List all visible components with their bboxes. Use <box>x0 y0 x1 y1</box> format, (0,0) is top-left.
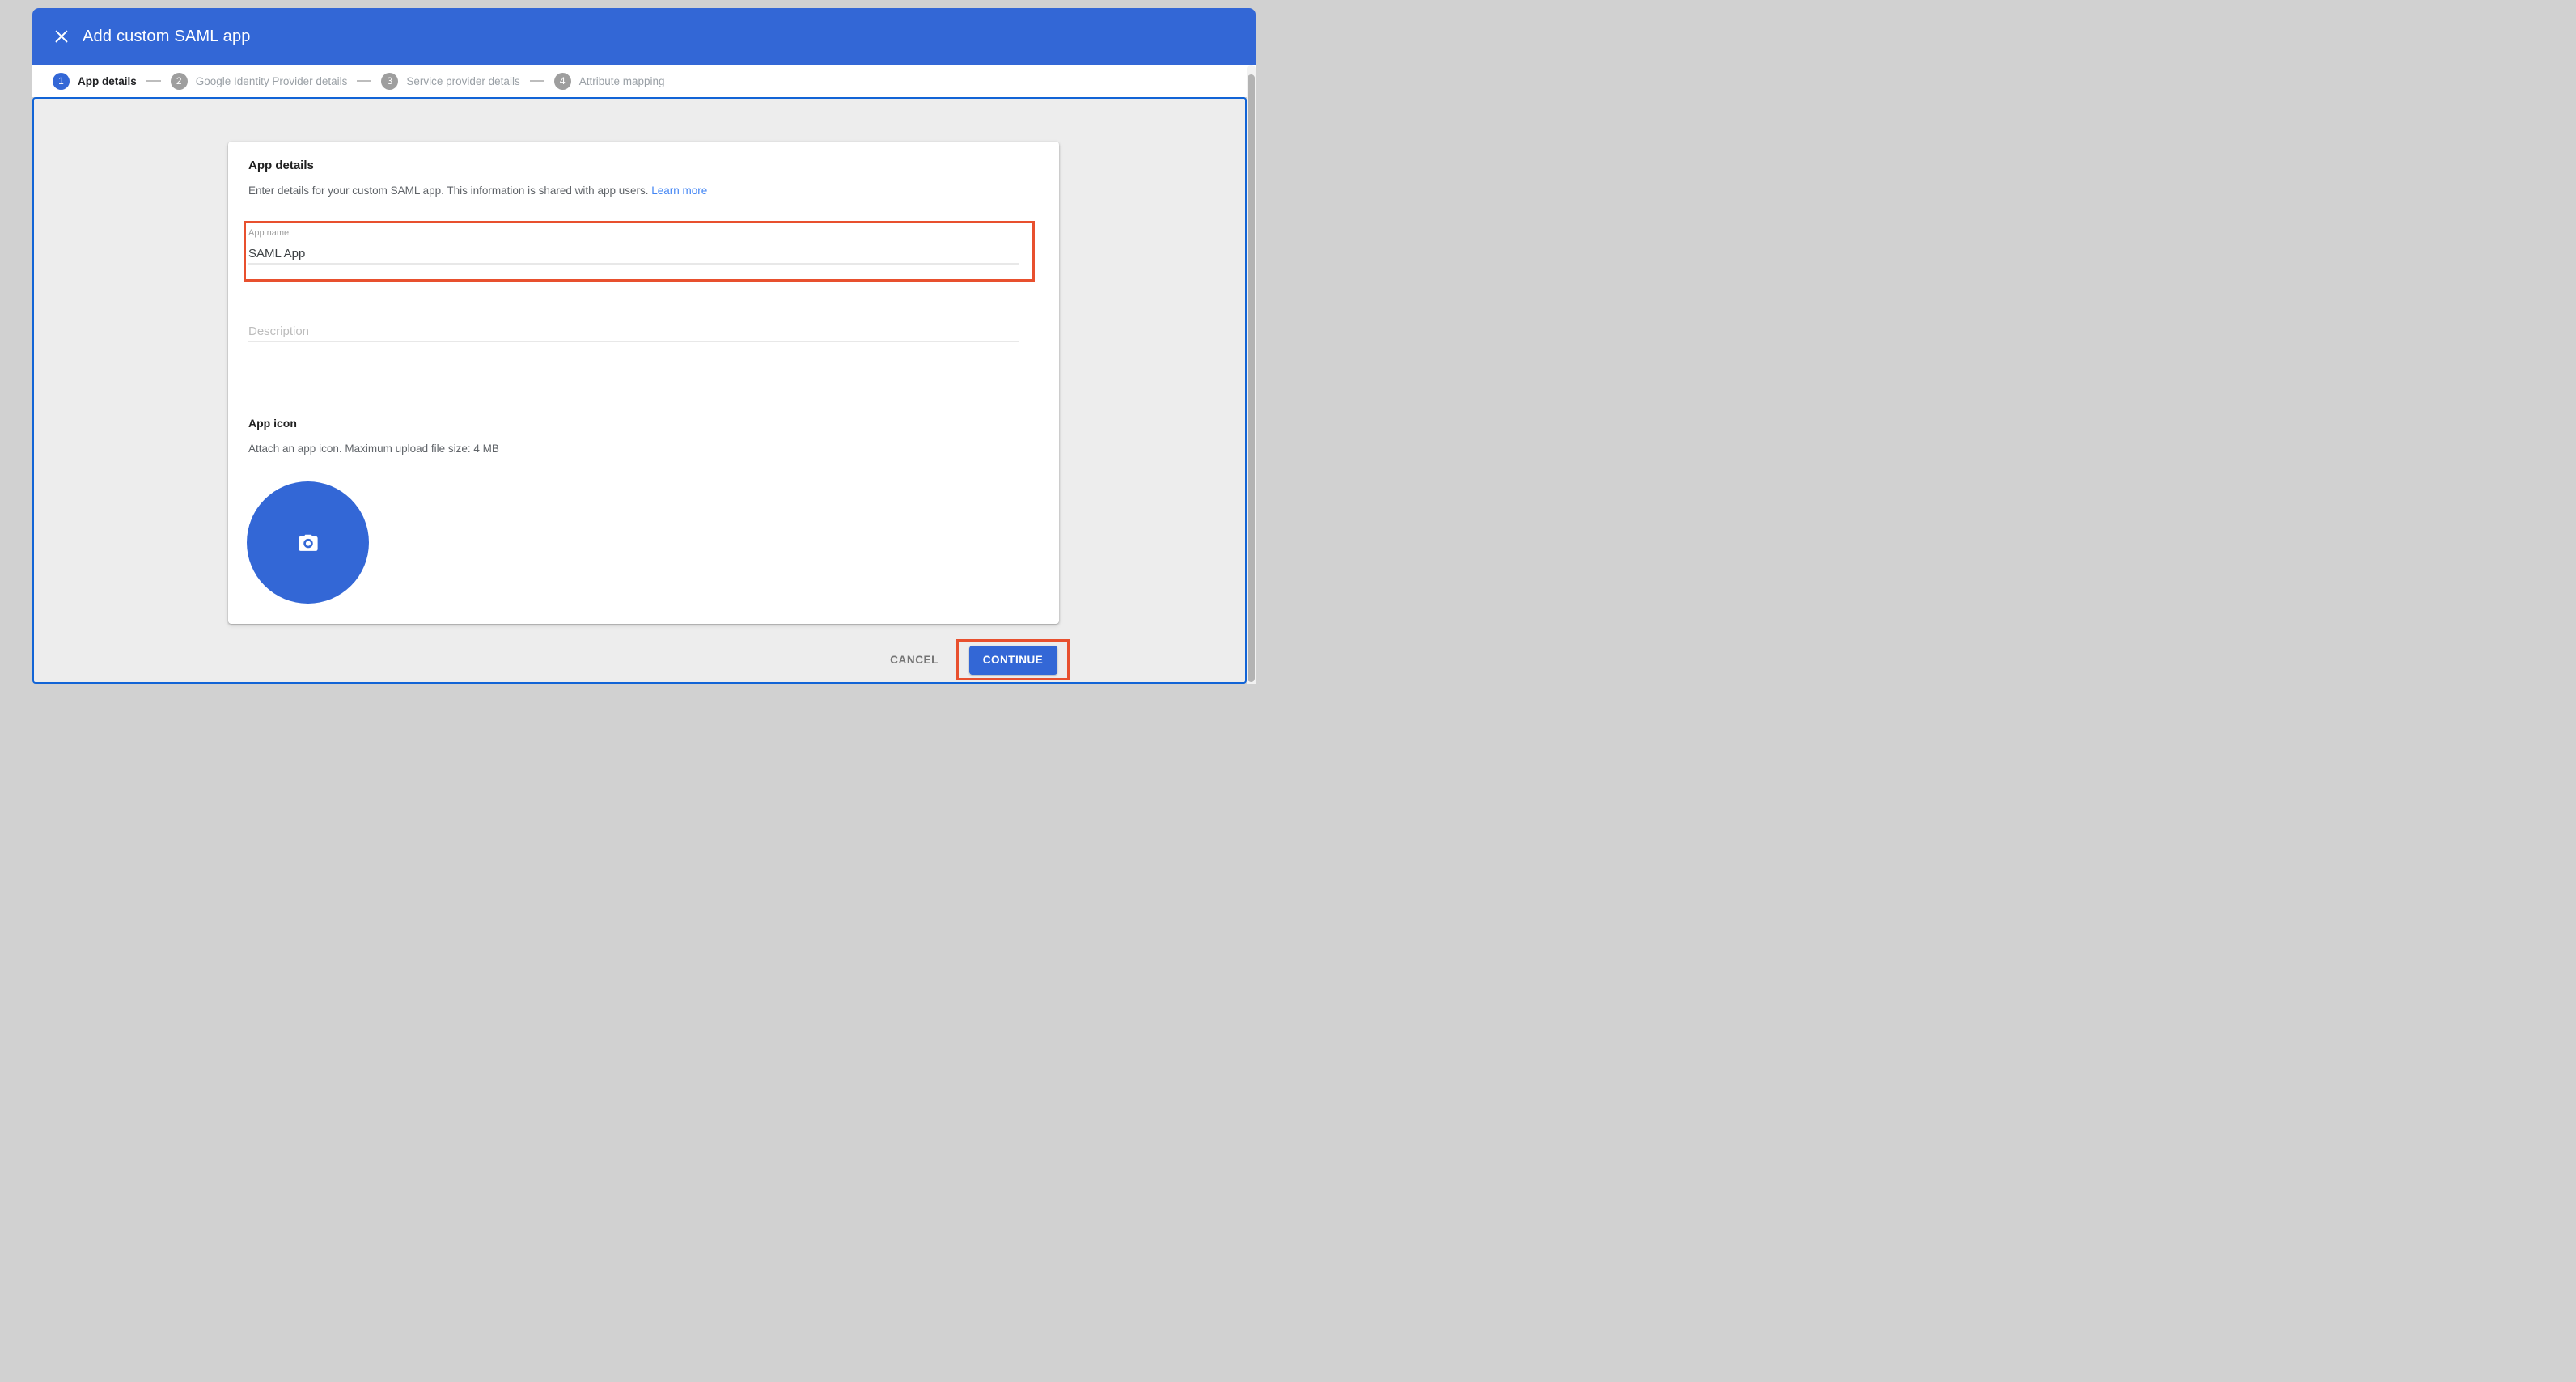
step-connector <box>146 80 161 82</box>
step-3-label: Service provider details <box>406 75 519 87</box>
step-4-indicator: 4 <box>554 73 571 90</box>
close-button[interactable] <box>53 28 70 45</box>
add-custom-saml-app-dialog: Add custom SAML app 1 App details 2 Goog… <box>32 8 1256 684</box>
step-google-idp-details: 2 Google Identity Provider details <box>171 73 348 90</box>
card-description: Enter details for your custom SAML app. … <box>248 184 707 197</box>
app-name-input[interactable] <box>248 244 1019 265</box>
step-2-label: Google Identity Provider details <box>196 75 348 87</box>
cancel-button[interactable]: CANCEL <box>882 647 947 672</box>
step-1-label: App details <box>78 75 137 87</box>
app-icon-section-title: App icon <box>248 417 297 430</box>
app-name-label: App name <box>248 228 289 238</box>
dialog-title: Add custom SAML app <box>83 28 251 46</box>
step-connector <box>530 80 544 82</box>
step-3-indicator: 3 <box>381 73 398 90</box>
step-attribute-mapping: 4 Attribute mapping <box>554 73 665 90</box>
wizard-stepper: 1 App details 2 Google Identity Provider… <box>32 65 1256 97</box>
scrollbar-thumb[interactable] <box>1248 74 1255 682</box>
app-details-card: App details Enter details for your custo… <box>228 142 1059 624</box>
dialog-footer: CANCEL CONTINUE <box>882 639 1070 680</box>
step-service-provider-details: 3 Service provider details <box>381 73 519 90</box>
step-4-label: Attribute mapping <box>579 75 665 87</box>
dialog-header: Add custom SAML app <box>32 8 1256 65</box>
step-2-indicator: 2 <box>171 73 188 90</box>
description-input[interactable] <box>248 321 1019 342</box>
step-app-details: 1 App details <box>53 73 137 90</box>
scrollbar-track[interactable] <box>1247 65 1256 684</box>
app-icon-hint: Attach an app icon. Maximum upload file … <box>248 443 499 455</box>
wizard-content-area: App details Enter details for your custo… <box>32 97 1247 684</box>
step-1-indicator: 1 <box>53 73 70 90</box>
app-icon-upload-button[interactable] <box>247 481 369 604</box>
continue-button[interactable]: CONTINUE <box>969 646 1057 675</box>
step-connector <box>357 80 371 82</box>
card-description-text: Enter details for your custom SAML app. … <box>248 184 648 197</box>
card-title: App details <box>248 159 314 172</box>
annotation-box-continue: CONTINUE <box>956 639 1070 680</box>
camera-icon <box>294 529 322 557</box>
learn-more-link[interactable]: Learn more <box>651 184 707 197</box>
